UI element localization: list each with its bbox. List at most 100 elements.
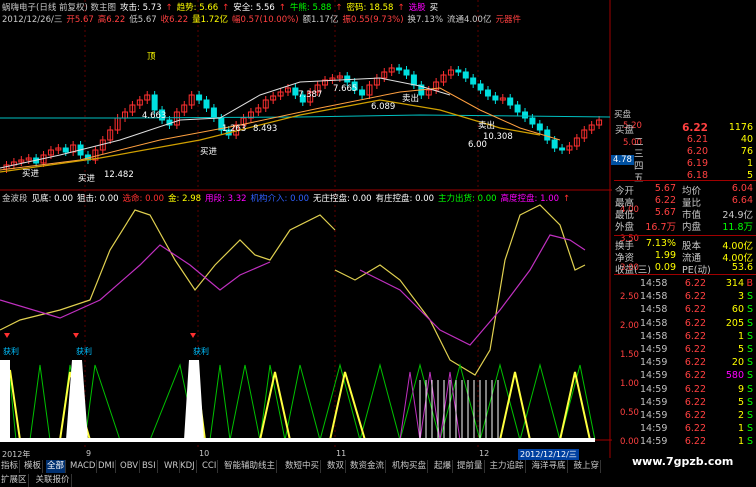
tick-row: 14:59 6.22 1 S bbox=[614, 423, 756, 436]
tick-time: 14:59 bbox=[640, 370, 668, 382]
indicator-value: 有庄控盘: 0.00 bbox=[375, 194, 435, 204]
tick-time: 14:59 bbox=[640, 436, 668, 448]
quote-stat-row: 收益(三) 0.09 PE(动) 53.6 bbox=[614, 262, 756, 276]
tab-1[interactable]: 模板 bbox=[23, 460, 44, 473]
header-item: 额1.17亿 bbox=[302, 15, 339, 25]
candle-body bbox=[203, 99, 210, 109]
stock-chart-area[interactable] bbox=[0, 0, 612, 458]
stat-value: 0.09 bbox=[654, 262, 676, 273]
header-item: 元器件 bbox=[495, 15, 521, 25]
tab-4[interactable]: DMI bbox=[97, 460, 117, 473]
header-item: 选股 bbox=[408, 3, 426, 13]
order-book-row: 四 6.19 1 bbox=[614, 158, 756, 172]
tick-price: 6.22 bbox=[684, 330, 706, 342]
tab-14[interactable]: 机构买盘 bbox=[391, 460, 429, 473]
ma-line bbox=[0, 87, 561, 171]
candle-body bbox=[151, 94, 158, 111]
tick-row: 14:59 6.22 5 S bbox=[614, 344, 756, 357]
indicator-tabs: 指标 模板 全部 MACD DMI OBV BSI WR KDJ CCI 智能辅助线主 数短中买 数双数… bbox=[0, 460, 612, 473]
tick-row: 14:59 6.22 2 S bbox=[614, 410, 756, 423]
tick-price: 6.22 bbox=[684, 423, 706, 435]
candle-body bbox=[484, 89, 491, 97]
stat-value: 5.67 bbox=[654, 207, 676, 218]
book-volume: 40 bbox=[740, 134, 753, 145]
candle-body bbox=[410, 74, 417, 86]
order-book-row: 三 6.20 76 bbox=[614, 146, 756, 160]
stat-label: 外盘 bbox=[615, 222, 635, 233]
stat-label: 内盘 bbox=[682, 222, 702, 233]
tick-side: S bbox=[746, 383, 753, 395]
tick-time: 14:58 bbox=[640, 317, 668, 329]
tab-3[interactable]: MACD bbox=[69, 460, 98, 473]
tab-11[interactable]: 数短中买 bbox=[284, 460, 322, 473]
ma-line bbox=[0, 99, 541, 173]
header-item: ↑ bbox=[222, 3, 230, 13]
candle-body bbox=[514, 104, 521, 113]
tick-side: S bbox=[746, 330, 753, 342]
tick-volume: 9 bbox=[737, 383, 744, 395]
tick-time: 14:58 bbox=[640, 291, 668, 303]
tab-13[interactable]: 数资金流 bbox=[349, 460, 387, 473]
book-volume: 76 bbox=[740, 146, 753, 157]
header-item: 2012/12/26/三 bbox=[2, 15, 63, 25]
header-item: 开5.67 bbox=[66, 15, 94, 25]
ma-line bbox=[0, 114, 611, 119]
tick-price: 6.22 bbox=[684, 410, 706, 421]
indicator-value: 高度控盘: 1.00 bbox=[500, 194, 560, 204]
order-book-row: 二 6.21 40 bbox=[614, 134, 756, 148]
price-label: 4.663 bbox=[142, 111, 167, 121]
tab-extra-0[interactable]: 扩展区 bbox=[0, 474, 29, 487]
tab-17[interactable]: 主力追踪 bbox=[489, 460, 526, 473]
tick-volume: 1 bbox=[737, 423, 744, 435]
tick-row: 14:58 6.22 314 B bbox=[614, 278, 756, 291]
profit-label: 获利 bbox=[3, 347, 19, 356]
tab-10[interactable]: 智能辅助线主 bbox=[223, 460, 278, 473]
tick-time: 14:58 bbox=[640, 278, 668, 289]
tick-volume: 314 bbox=[725, 278, 744, 289]
tab-15[interactable]: 起爆 bbox=[433, 460, 454, 473]
price-label: 6.089 bbox=[371, 102, 396, 112]
stat-value: 53.6 bbox=[731, 262, 753, 273]
tab-2[interactable]: 全部 bbox=[46, 460, 67, 473]
indicator-value: 金波段 bbox=[2, 194, 28, 204]
tick-price: 6.22 bbox=[684, 383, 706, 395]
tick-time: 14:58 bbox=[640, 304, 668, 316]
price-label: 8.493 bbox=[253, 124, 278, 134]
signal-block bbox=[184, 360, 204, 440]
x-axis-label: 12 bbox=[479, 449, 490, 458]
tick-price: 6.22 bbox=[684, 278, 706, 289]
indicator-value: 用段: 3.32 bbox=[205, 194, 247, 204]
tick-row: 14:59 6.22 5 S bbox=[614, 397, 756, 410]
tab-8[interactable]: KDJ bbox=[179, 460, 197, 473]
book-price: 6.19 bbox=[686, 158, 708, 169]
tab-5[interactable]: OBV bbox=[119, 460, 141, 473]
up-arrow-icon bbox=[73, 333, 79, 338]
tab-9[interactable]: CCI bbox=[201, 460, 219, 473]
chart-header-line1: 蜗嗨电子(日线 前复权) 数主图 攻击: 5.73 ↑ 趋势: 5.66 ↑ 安全: 5.… bbox=[2, 1, 442, 13]
header-item: 换7.13% bbox=[407, 15, 444, 25]
indicator-header: 金波段 见底: 0.00 狙击: 0.00 选命: 0.00 金: 2.98 用段: 3.… bbox=[2, 192, 574, 204]
header-item: 流通4.00亿 bbox=[447, 15, 492, 25]
header-item: 收6.22 bbox=[160, 15, 189, 25]
tab-6[interactable]: BSI bbox=[141, 460, 158, 473]
tab-12[interactable]: 数双 bbox=[326, 460, 347, 473]
tab-19[interactable]: 鼓上穿 bbox=[573, 460, 602, 473]
tick-side: S bbox=[746, 317, 753, 329]
indicator-line bbox=[0, 209, 336, 331]
tab-0[interactable]: 指标 bbox=[0, 460, 21, 473]
tab-16[interactable]: 提前量 bbox=[456, 460, 485, 473]
tab-7[interactable]: WR bbox=[163, 460, 181, 473]
stat-value: 16.7万 bbox=[645, 222, 676, 233]
price-chart[interactable] bbox=[0, 0, 612, 458]
tick-side: S bbox=[746, 344, 753, 355]
price-label: 12.482 bbox=[104, 170, 134, 180]
tick-volume: 205 bbox=[725, 317, 744, 329]
quote-stat-row: 最高 6.22 量比 6.64 bbox=[614, 195, 756, 209]
stat-value: 6.22 bbox=[654, 195, 676, 206]
up-arrow-icon bbox=[190, 333, 196, 338]
x-axis-label: 9 bbox=[86, 449, 92, 458]
candle-body bbox=[559, 147, 566, 151]
indicator-line bbox=[359, 234, 586, 346]
tab-18[interactable]: 海洋寻底 bbox=[531, 460, 568, 473]
tab-extra-1[interactable]: 关联报价 bbox=[35, 474, 72, 487]
